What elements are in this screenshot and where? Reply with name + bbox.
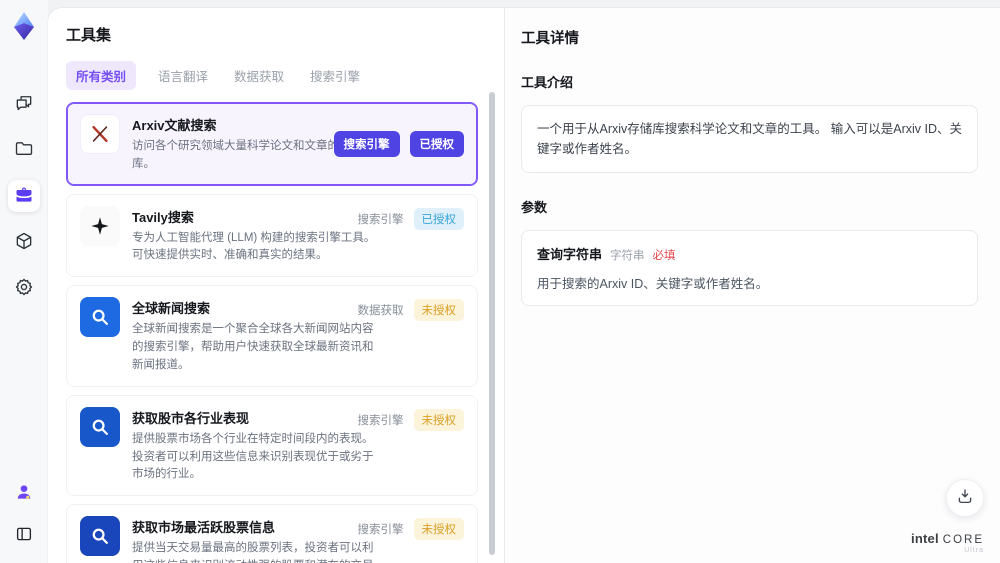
download-icon bbox=[956, 487, 974, 510]
brand-core-text: CORE bbox=[942, 533, 984, 546]
rail-nav bbox=[8, 88, 40, 304]
tool-card[interactable]: Tavily搜索 专为人工智能代理 (LLM) 构建的搜索引擎工具。可快速提供实时… bbox=[66, 193, 478, 278]
tool-description: 专为人工智能代理 (LLM) 构建的搜索引擎工具。可快速提供实时、准确和真实的结… bbox=[132, 231, 376, 262]
main-window: 工具集 所有类别 语言翻译 数据获取 搜索引擎 Arxiv文献搜索 访问各个研究领域大量… bbox=[48, 8, 1000, 563]
auth-status-badge[interactable]: 已授权 bbox=[409, 130, 464, 157]
chat-icon bbox=[14, 93, 34, 116]
param-header: 查询字符串 字符串 必填 bbox=[537, 244, 962, 263]
tavily-logo-icon bbox=[80, 205, 120, 246]
tool-card[interactable]: Arxiv文献搜索 访问各个研究领域大量科学论文和文章的存储库。 搜索引擎 已授权 bbox=[66, 102, 478, 186]
category-label: 数据获取 bbox=[357, 305, 404, 318]
intro-text: 一个用于从Arxiv存储库搜索科学论文和文章的工具。 输入可以是Arxiv ID… bbox=[537, 122, 963, 156]
auth-status-badge: 未授权 bbox=[413, 299, 464, 322]
category-tab[interactable]: 所有类别 bbox=[66, 61, 137, 90]
intro-box: 一个用于从Arxiv存储库搜索科学论文和文章的工具。 输入可以是Arxiv ID… bbox=[521, 105, 978, 173]
rail-item-panel-toggle[interactable] bbox=[8, 519, 40, 551]
category-tabs: 所有类别 语言翻译 数据获取 搜索引擎 bbox=[66, 61, 478, 90]
rail-bottom bbox=[8, 477, 40, 551]
params-heading: 参数 bbox=[521, 200, 548, 215]
tool-card[interactable]: 获取股市各行业表现 提供股票市场各个行业在特定时间段内的表现。投资者可以利用这些信… bbox=[66, 394, 478, 497]
briefcase-icon bbox=[14, 185, 34, 208]
folder-icon bbox=[14, 139, 34, 162]
rail-item-cube[interactable] bbox=[8, 226, 40, 258]
category-label: 搜索引擎 bbox=[357, 524, 404, 537]
tool-badges: 搜索引擎 已授权 bbox=[357, 207, 464, 230]
intel-core-logo: intel CORE Ultra bbox=[911, 530, 984, 555]
rail-item-folder[interactable] bbox=[8, 134, 40, 166]
tool-list-panel: 工具集 所有类别 语言翻译 数据获取 搜索引擎 Arxiv文献搜索 访问各个研究领域大量… bbox=[48, 8, 505, 563]
rail-item-avatar[interactable] bbox=[8, 477, 40, 509]
intro-heading: 工具介绍 bbox=[521, 75, 574, 90]
tool-badges: 搜索引擎 未授权 bbox=[357, 518, 464, 541]
category-label: 搜索引擎 bbox=[357, 414, 404, 427]
param-box: 查询字符串 字符串 必填 用于搜索的Arxiv ID、关键字或作者姓名。 bbox=[521, 230, 978, 306]
category-tab[interactable]: 搜索引擎 bbox=[306, 61, 364, 90]
download-button[interactable] bbox=[946, 479, 984, 517]
tool-description: 提供股票市场各个行业在特定时间段内的表现。投资者可以利用这些信息来识别表现优于或… bbox=[132, 432, 374, 481]
category-label: 搜索引擎 bbox=[357, 213, 404, 226]
cube-icon bbox=[14, 231, 34, 254]
arxiv-logo-icon bbox=[80, 114, 120, 154]
app-logo-icon[interactable] bbox=[9, 10, 39, 42]
gear-icon bbox=[14, 277, 34, 300]
rail-item-chat[interactable] bbox=[8, 88, 40, 120]
category-badge[interactable]: 搜索引擎 bbox=[333, 130, 400, 157]
tool-detail-panel: 工具详情 工具介绍 一个用于从Arxiv存储库搜索科学论文和文章的工具。 输入可… bbox=[505, 8, 1000, 563]
panel-toggle-icon bbox=[15, 525, 33, 546]
tool-badges: 搜索引擎 已授权 bbox=[333, 130, 464, 157]
category-tab[interactable]: 数据获取 bbox=[230, 61, 288, 90]
auth-status-badge: 未授权 bbox=[413, 518, 464, 541]
news-search-icon bbox=[80, 297, 120, 338]
tool-card[interactable]: 获取市场最活跃股票信息提供当天交易量最高的股票列表，投资者可以利用这些信息来识别… bbox=[66, 504, 478, 563]
sector-search-icon bbox=[80, 406, 120, 447]
tool-description: 全球新闻搜索是一个聚合全球各大新闻网站内容的搜索引擎，帮助用户快速获取全球最新资… bbox=[132, 323, 374, 371]
tool-badges: 搜索引擎 未授权 bbox=[357, 408, 464, 431]
tool-badges: 数据获取 未授权 bbox=[357, 299, 464, 322]
category-tab[interactable]: 语言翻译 bbox=[154, 61, 212, 90]
param-description: 用于搜索的Arxiv ID、关键字或作者姓名。 bbox=[537, 277, 769, 291]
param-required-badge: 必填 bbox=[652, 250, 676, 262]
avatar-icon bbox=[14, 482, 34, 505]
brand-tier-text: Ultra bbox=[964, 547, 984, 555]
detail-title: 工具详情 bbox=[521, 31, 579, 47]
tool-card[interactable]: 全球新闻搜索 全球新闻搜索是一个聚合全球各大新闻网站内容的搜索引擎，帮助用户快速获… bbox=[66, 285, 478, 387]
list-scrollbar[interactable] bbox=[489, 92, 495, 555]
param-name: 查询字符串 bbox=[537, 247, 603, 262]
brand-intel-text: intel bbox=[911, 530, 939, 546]
active-stocks-icon bbox=[80, 516, 120, 557]
auth-status-badge: 未授权 bbox=[413, 408, 464, 431]
tool-list: Arxiv文献搜索 访问各个研究领域大量科学论文和文章的存储库。 搜索引擎 已授权 Ta… bbox=[66, 102, 478, 563]
param-type: 字符串 bbox=[610, 250, 645, 262]
page-title: 工具集 bbox=[66, 27, 112, 44]
tool-description: 提供当天交易量最高的股票列表，投资者可以利用这些信息来识别流动性强的股票和潜在的… bbox=[132, 542, 374, 563]
left-rail bbox=[0, 0, 48, 563]
rail-item-briefcase[interactable] bbox=[8, 180, 40, 212]
rail-item-gear[interactable] bbox=[8, 272, 40, 304]
auth-status-badge: 已授权 bbox=[413, 207, 464, 230]
